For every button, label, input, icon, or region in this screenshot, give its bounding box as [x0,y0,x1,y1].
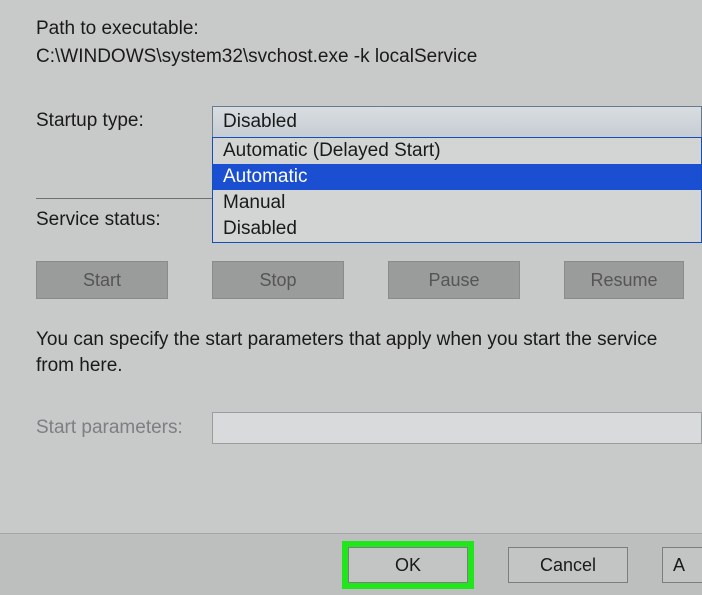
ok-button[interactable]: OK [348,547,468,583]
path-value: C:\WINDOWS\system32\svchost.exe -k local… [36,46,702,68]
service-control-buttons: Start Stop Pause Resume [36,261,702,299]
path-label: Path to executable: [36,18,702,40]
startup-type-combo[interactable]: Disabled Automatic (Delayed Start) Autom… [212,106,702,138]
cancel-button[interactable]: Cancel [508,547,628,583]
pause-button[interactable]: Pause [388,261,520,299]
dialog-button-bar: OK Cancel A [0,533,702,595]
divider [36,198,212,199]
help-text: You can specify the start parameters tha… [36,327,702,378]
startup-option-disabled[interactable]: Disabled [213,216,701,242]
apply-button[interactable]: A [662,547,702,583]
startup-option-manual[interactable]: Manual [213,190,701,216]
start-button[interactable]: Start [36,261,168,299]
ok-highlight: OK [342,541,474,589]
service-status-label: Service status: [36,205,212,231]
startup-type-selected[interactable]: Disabled [212,106,702,138]
start-parameters-label: Start parameters: [36,417,212,439]
startup-type-dropdown[interactable]: Automatic (Delayed Start) Automatic Manu… [212,137,702,243]
startup-option-delayed[interactable]: Automatic (Delayed Start) [213,138,701,164]
startup-option-automatic[interactable]: Automatic [213,164,701,190]
startup-type-label: Startup type: [36,106,212,132]
service-properties-dialog: Path to executable: C:\WINDOWS\system32\… [0,0,702,444]
startup-type-row: Startup type: Disabled Automatic (Delaye… [36,106,702,138]
start-parameters-input[interactable] [212,412,702,444]
stop-button[interactable]: Stop [212,261,344,299]
start-parameters-row: Start parameters: [36,412,702,444]
resume-button[interactable]: Resume [564,261,684,299]
